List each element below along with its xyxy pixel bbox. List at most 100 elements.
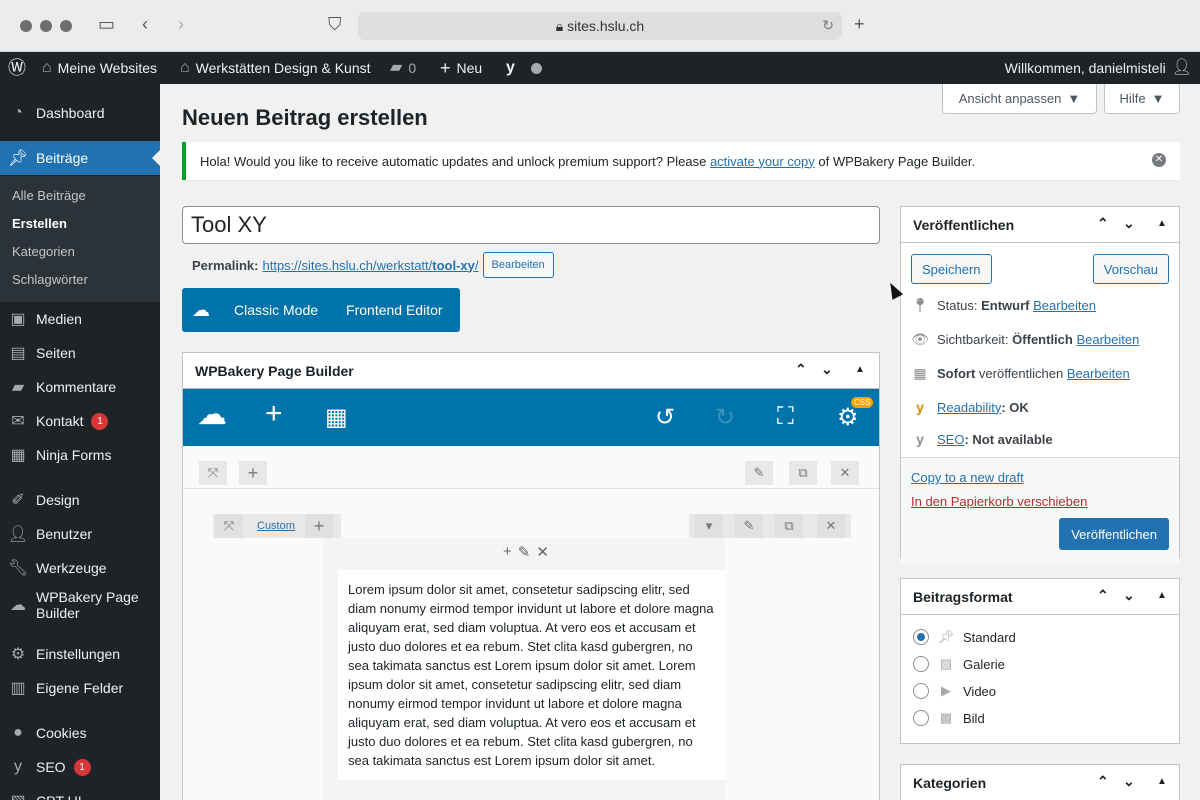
account-menu[interactable]: Willkommen, danielmisteli 👤︎ <box>1005 52 1192 84</box>
reload-icon[interactable]: ↻ <box>822 17 834 34</box>
sidebar-item-seiten[interactable]: ▤ Seiten <box>0 336 160 370</box>
sidebar-item-cookies[interactable]: ● Cookies <box>0 716 160 750</box>
site-name-menu[interactable]: ⌂ Werkstätten Design & Kunst <box>180 52 371 84</box>
yoast-menu[interactable]: y <box>506 52 542 84</box>
wordpress-logo-icon[interactable]: Ⓦ <box>8 52 26 84</box>
format-radio[interactable] <box>913 629 929 645</box>
comments-menu[interactable]: ▰ 0 <box>390 52 416 84</box>
browser-toolbar: ▭ ‹ › ⛉ 🔒︎ sites.hslu.ch ↻ + <box>0 0 1200 52</box>
row-add-icon[interactable]: + <box>239 461 267 485</box>
templates-icon[interactable]: ▦ <box>325 403 348 432</box>
sidebar-item-eigene-felder[interactable]: ▥ Eigene Felder <box>0 671 160 705</box>
classic-mode-button[interactable]: Classic Mode <box>220 302 332 318</box>
move-down-icon[interactable]: ⌄ <box>1123 773 1135 790</box>
edit-schedule-link[interactable]: Bearbeiten <box>1067 366 1130 381</box>
publish-button[interactable]: Veröffentlichen <box>1059 518 1169 550</box>
forward-icon[interactable]: › <box>178 14 184 35</box>
sidebar-item-seo[interactable]: y SEO 1 <box>0 750 160 784</box>
column-add-icon[interactable]: + <box>305 514 333 538</box>
format-option[interactable]: ▶ Video <box>913 683 996 699</box>
submenu-item[interactable]: Erstellen <box>12 216 67 231</box>
close-window-dot[interactable] <box>20 20 32 32</box>
edit-visibility-link[interactable]: Bearbeiten <box>1076 332 1139 347</box>
screen-options-button[interactable]: Ansicht anpassen ▼ <box>942 84 1097 114</box>
trash-link[interactable]: In den Papierkorb verschieben <box>911 494 1087 509</box>
sidebar-item-medien[interactable]: ▣ Medien <box>0 302 160 336</box>
back-icon[interactable]: ‹ <box>142 14 148 35</box>
new-content-menu[interactable]: + Neu <box>440 52 482 84</box>
collapse-icon[interactable]: ▲ <box>1157 776 1167 787</box>
move-up-icon[interactable]: ⌃ <box>1097 773 1109 790</box>
column-custom-link[interactable]: Custom <box>257 520 295 532</box>
new-tab-icon[interactable]: + <box>854 14 865 35</box>
sidebar-item-dashboard[interactable]: ◔ Dashboard <box>0 96 160 130</box>
wpbakery-cloud-icon[interactable]: ☁ <box>197 397 227 432</box>
save-draft-button[interactable]: Speichern <box>911 254 992 284</box>
add-element-icon[interactable]: + <box>265 397 283 431</box>
move-up-icon[interactable]: ⌃ <box>1097 587 1109 604</box>
activate-link[interactable]: activate your copy <box>710 154 815 169</box>
submenu-item[interactable]: Alle Beiträge <box>12 188 86 203</box>
sidebar-item-werkzeuge[interactable]: 🔧︎ Werkzeuge <box>0 551 160 585</box>
undo-icon[interactable]: ↺ <box>655 403 675 432</box>
element-delete-icon[interactable]: ✕ <box>536 543 549 561</box>
sidebar-item-kontakt[interactable]: ✉ Kontakt 1 <box>0 404 160 438</box>
sidebar-item-wpbakery-page[interactable]: ☁ WPBakery Page Builder <box>0 585 160 625</box>
redo-icon[interactable]: ↻ <box>715 403 735 432</box>
move-up-icon[interactable]: ⌃ <box>795 361 807 378</box>
sidebar-item-einstellungen[interactable]: ⚙ Einstellungen <box>0 637 160 671</box>
row-edit-icon[interactable]: ✎ <box>745 461 773 485</box>
sidebar-item-beiträge[interactable]: 📌︎ Beiträge <box>0 141 160 175</box>
element-edit-icon[interactable]: ✎ <box>518 543 531 561</box>
row-delete-icon[interactable]: ✕ <box>831 461 859 485</box>
collapse-icon[interactable]: ▲ <box>1157 590 1167 601</box>
format-option[interactable]: ▩ Bild <box>913 710 985 726</box>
address-bar[interactable]: 🔒︎ sites.hslu.ch ↻ <box>358 12 842 40</box>
preview-button[interactable]: Vorschau <box>1092 254 1169 284</box>
shield-icon[interactable]: ⛉ <box>328 14 342 35</box>
format-radio[interactable] <box>913 710 929 726</box>
frontend-editor-button[interactable]: Frontend Editor <box>332 302 457 318</box>
format-option[interactable]: 📌︎ Standard <box>913 629 1016 645</box>
sidebar-item-benutzer[interactable]: 👤︎ Benutzer <box>0 517 160 551</box>
edit-status-link[interactable]: Bearbeiten <box>1033 298 1096 313</box>
help-button[interactable]: Hilfe ▼ <box>1104 84 1180 114</box>
my-sites-menu[interactable]: ⌂ Meine Websites <box>42 52 157 84</box>
copy-to-draft-link[interactable]: Copy to a new draft <box>911 470 1024 485</box>
submenu-item[interactable]: Schlagwörter <box>12 272 88 287</box>
minimize-window-dot[interactable] <box>40 20 52 32</box>
dismiss-icon[interactable]: ✕ <box>1152 153 1166 167</box>
row-move-icon[interactable]: ⤧ <box>199 461 227 485</box>
move-down-icon[interactable]: ⌄ <box>1123 215 1135 232</box>
column-dropdown-icon[interactable]: ▾ <box>695 514 723 538</box>
format-radio[interactable] <box>913 683 929 699</box>
sidebar-item-ninja-forms[interactable]: ▦ Ninja Forms <box>0 438 160 472</box>
move-down-icon[interactable]: ⌄ <box>821 361 833 378</box>
column-delete-icon[interactable]: ✕ <box>817 514 845 538</box>
readability-link[interactable]: Readability <box>937 400 1001 415</box>
collapse-icon[interactable]: ▲ <box>1157 218 1167 229</box>
sidebar-item-cpt-ui[interactable]: ▧CPT UI <box>0 784 160 800</box>
column-move-icon[interactable]: ⤧ <box>215 514 243 538</box>
page-title: Neuen Beitrag erstellen <box>182 105 428 130</box>
edit-permalink-button[interactable]: Bearbeiten <box>482 252 554 278</box>
column-edit-icon[interactable]: ✎ <box>735 514 763 538</box>
fullscreen-icon[interactable]: ⛶ <box>777 403 794 431</box>
sidebar-item-kommentare[interactable]: ▰ Kommentare <box>0 370 160 404</box>
post-title-input[interactable]: Tool XY <box>182 206 880 244</box>
sidebar-toggle-icon[interactable]: ▭ <box>98 14 115 35</box>
format-radio[interactable] <box>913 656 929 672</box>
permalink-url[interactable]: https://sites.hslu.ch/werkstatt/tool-xy/ <box>262 258 478 273</box>
format-option[interactable]: ▨ Galerie <box>913 656 1005 672</box>
collapse-icon[interactable]: ▲ <box>855 364 865 375</box>
column-clone-icon[interactable]: ⧉ <box>775 514 803 538</box>
move-up-icon[interactable]: ⌃ <box>1097 215 1109 232</box>
seo-link[interactable]: SEO <box>937 432 964 447</box>
submenu-item[interactable]: Kategorien <box>12 244 75 259</box>
text-block-content[interactable]: Lorem ipsum dolor sit amet, consetetur s… <box>338 570 726 780</box>
move-down-icon[interactable]: ⌄ <box>1123 587 1135 604</box>
element-add-icon[interactable]: + <box>503 543 512 561</box>
sidebar-item-design[interactable]: ✐ Design <box>0 483 160 517</box>
maximize-window-dot[interactable] <box>60 20 72 32</box>
row-clone-icon[interactable]: ⧉ <box>789 461 817 485</box>
